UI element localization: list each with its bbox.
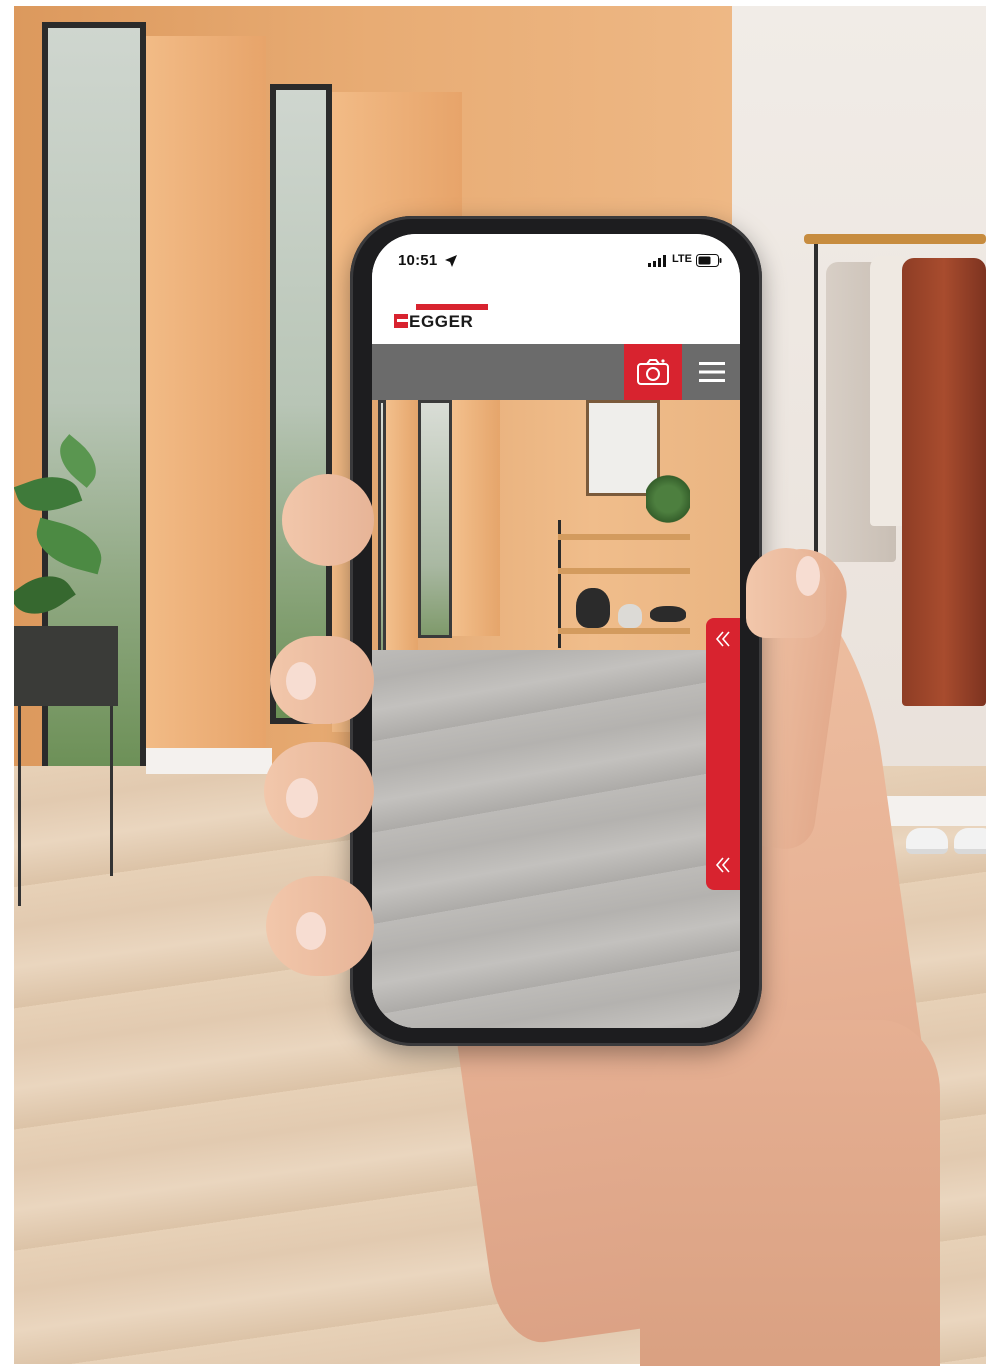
camera-icon	[637, 359, 669, 385]
ar-shelf	[558, 534, 690, 540]
hand-middle-finger	[270, 636, 374, 724]
status-time: 10:51	[398, 252, 438, 269]
hand-wrist	[640, 1020, 940, 1366]
status-bar: 10:51 LTE	[372, 234, 740, 290]
ar-pillar	[386, 400, 418, 662]
phone-screen: 10:51 LTE EGGER	[372, 234, 740, 1028]
rust-coat	[902, 258, 986, 706]
logo-red-bar	[416, 304, 488, 310]
menu-button[interactable]	[684, 344, 740, 400]
cellular-signal-icon	[648, 255, 666, 267]
sneaker	[906, 828, 948, 854]
ar-window	[378, 400, 386, 670]
side-panel-toggle[interactable]	[706, 618, 740, 890]
hand-ring-finger	[264, 742, 374, 840]
chevron-double-left-icon	[715, 857, 730, 873]
app-toolbar	[372, 344, 740, 400]
clothes-rail	[804, 234, 986, 244]
ar-shelf	[558, 568, 690, 574]
fingernail	[286, 662, 316, 700]
thumbnail	[796, 556, 820, 596]
fingernail	[286, 778, 318, 818]
hand-little-finger	[266, 876, 374, 976]
clothes-rail-post	[814, 244, 818, 564]
camera-button[interactable]	[624, 344, 682, 400]
ar-potted-plant	[646, 474, 690, 524]
stand-leg	[110, 706, 113, 876]
ar-pillar	[452, 400, 500, 636]
ar-window	[418, 400, 452, 638]
ar-shelf	[558, 628, 690, 634]
baseboard	[146, 748, 272, 774]
ar-floor-preview	[372, 650, 740, 1028]
logo-e-mark	[394, 314, 408, 328]
egger-logo[interactable]: EGGER	[394, 304, 494, 331]
stand-leg	[18, 706, 21, 906]
ar-bowl	[650, 606, 686, 622]
hand-thumb-tip	[746, 548, 826, 638]
ar-bowl	[618, 604, 642, 628]
fingernail	[296, 912, 326, 950]
ar-vase	[576, 588, 610, 628]
sneaker	[954, 828, 986, 854]
logo-text: EGGER	[409, 312, 474, 331]
ar-camera-view[interactable]	[372, 400, 740, 1028]
plant-stand	[14, 626, 118, 706]
hamburger-menu-icon	[699, 362, 725, 382]
wall-pillar	[146, 36, 266, 766]
tall-window-middle	[270, 84, 332, 724]
location-arrow-icon	[445, 255, 457, 267]
chevron-double-left-icon	[715, 631, 730, 647]
battery-icon	[696, 254, 722, 267]
hand-index-finger	[282, 474, 374, 566]
network-type: LTE	[672, 253, 692, 265]
